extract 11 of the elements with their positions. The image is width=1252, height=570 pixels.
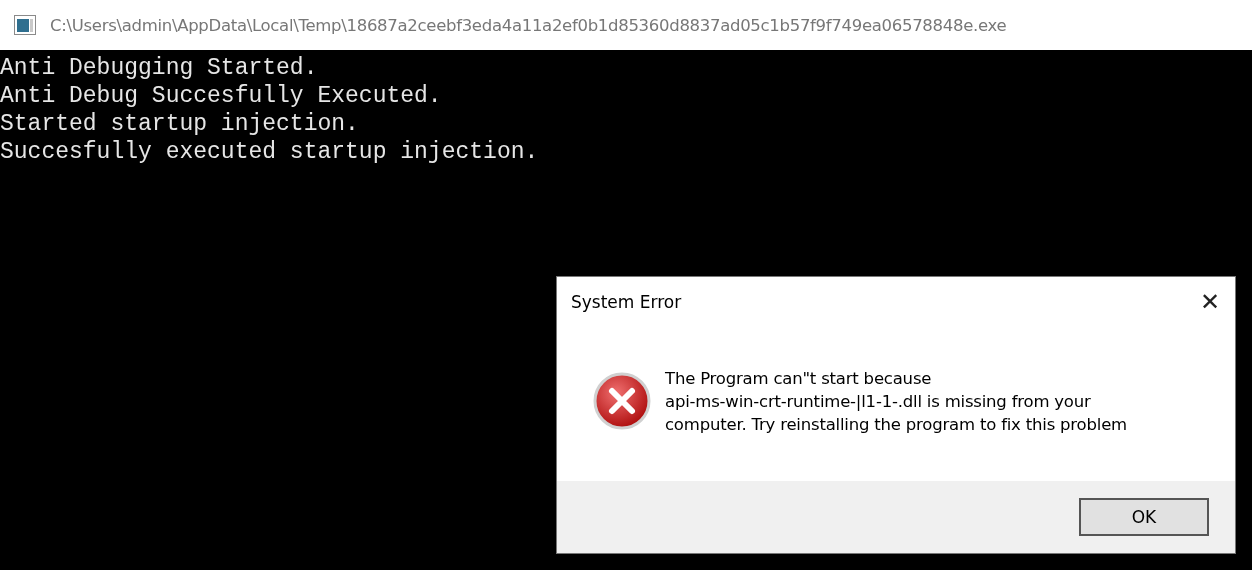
console-line: Anti Debug Succesfully Executed. [0, 82, 443, 110]
window-title: C:\Users\admin\AppData\Local\Temp\18687a2ceebf3eda4a11a2ef0b1d85360d8837ad05c1b57f9f749ea06578848e.exe [50, 15, 1007, 35]
console-line: Started startup injection. [0, 110, 360, 138]
error-icon [593, 372, 651, 430]
error-message: The Program can"t start because api-ms-win-crt-runtime-|l1-1-.dll is missing from your computer. Try reinstalling the program to fix this problem [665, 367, 1127, 436]
ok-button[interactable]: OK [1079, 498, 1209, 536]
console-line: Anti Debugging Started. [0, 54, 319, 82]
console-app-icon [14, 15, 36, 35]
close-button[interactable]: ✕ [1185, 277, 1235, 327]
dialog-title: System Error [571, 292, 682, 312]
console-line: Succesfully executed startup injection. [0, 138, 540, 166]
